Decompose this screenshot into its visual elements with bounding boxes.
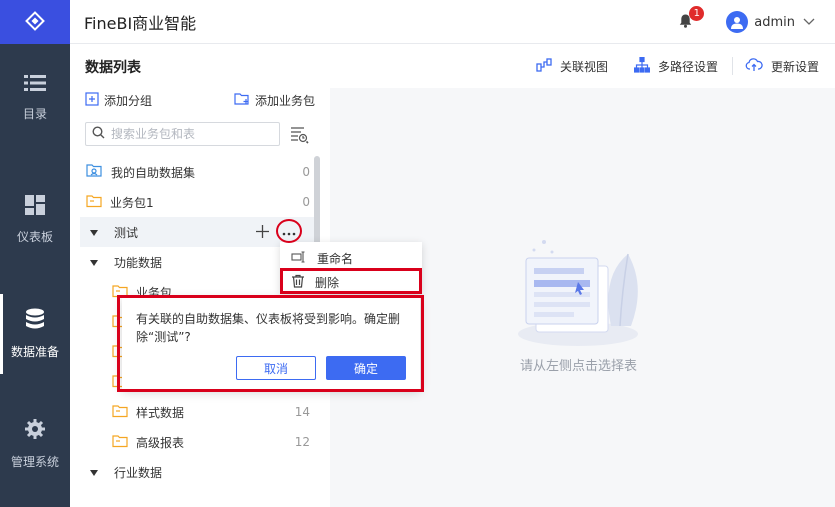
left-nav: 目录 仪表板 数据准备 管理系统: [0, 0, 70, 507]
add-icon[interactable]: [256, 225, 269, 241]
tree-item-count: 12: [294, 435, 310, 449]
nav-item-data-prep[interactable]: 数据准备: [0, 294, 70, 374]
rename-icon: [291, 250, 307, 266]
tree-item-advanced-report[interactable]: 高级报表 12: [80, 427, 320, 457]
username[interactable]: admin: [754, 15, 795, 30]
nav-label-data-prep: 数据准备: [10, 345, 59, 359]
search-icon: [92, 126, 105, 142]
app-title: FineBI商业智能: [84, 13, 197, 33]
relation-view-button[interactable]: 关联视图: [536, 57, 608, 75]
add-package-button[interactable]: 添加业务包: [234, 92, 315, 109]
update-settings-label: 更新设置: [770, 59, 819, 74]
caret-down-icon[interactable]: [90, 465, 98, 479]
add-group-button[interactable]: 添加分组: [85, 92, 152, 109]
nav-item-dashboard[interactable]: 仪表板: [0, 180, 70, 260]
dashboard-icon: [25, 195, 45, 218]
nav-label-admin: 管理系统: [10, 455, 59, 469]
tree-item-count: 0: [302, 195, 310, 209]
notifications-button[interactable]: 1: [679, 5, 705, 31]
multipath-button[interactable]: 多路径设置: [633, 56, 718, 76]
toolbar-divider: [731, 57, 733, 75]
page-title: 数据列表: [85, 60, 141, 76]
sub-header: 数据列表 关联视图 多路径设置 更新设置: [70, 44, 835, 88]
hierarchy-icon: [633, 56, 658, 76]
nav-item-admin[interactable]: 管理系统: [0, 404, 70, 484]
tree-item-label: 业务包1: [110, 195, 154, 210]
tree-item-self-dataset[interactable]: 我的自助数据集 0: [80, 157, 320, 187]
list-icon: [24, 74, 46, 95]
menu-item-label: 重命名: [317, 251, 354, 266]
tree-item-label: 样式数据: [136, 405, 185, 420]
tree-item-style-data[interactable]: 样式数据 14: [80, 397, 320, 427]
cloud-refresh-icon: [745, 57, 771, 75]
tree-item-label: 测试: [114, 225, 139, 240]
multipath-label: 多路径设置: [657, 59, 718, 74]
nav-item-catalog[interactable]: 目录: [0, 58, 70, 138]
add-group-label: 添加分组: [104, 94, 153, 108]
folder-icon: [112, 434, 128, 451]
notification-badge: 1: [689, 5, 705, 21]
scrollbar-thumb[interactable]: [314, 156, 320, 256]
logo-icon: [24, 10, 46, 35]
menu-item-rename[interactable]: 重命名: [280, 246, 422, 270]
folder-icon: [112, 404, 128, 421]
annotation-circle: [276, 219, 302, 243]
annotation-box-confirm: [117, 295, 424, 392]
caret-down-icon[interactable]: [90, 255, 98, 269]
empty-state-illustration: [516, 236, 651, 351]
relation-view-label: 关联视图: [559, 59, 608, 74]
avatar[interactable]: [726, 11, 749, 33]
tree-item-count: 0: [302, 165, 310, 179]
search-input[interactable]: [111, 127, 271, 141]
folder-plus-icon: [234, 92, 255, 109]
annotation-box-delete: [280, 268, 422, 294]
tree-item-count: 14: [294, 405, 310, 419]
logo[interactable]: [0, 0, 70, 44]
tree-item-label: 行业数据: [114, 465, 163, 480]
tree-item-package-1[interactable]: 业务包1 0: [80, 187, 320, 217]
tree-item-label: 功能数据: [114, 255, 163, 270]
empty-state-text: 请从左侧点击选择表: [520, 359, 638, 374]
search-box[interactable]: [85, 122, 280, 146]
filter-sort-icon[interactable]: [290, 126, 310, 147]
tree-item-group-industry-data[interactable]: 行业数据: [80, 457, 320, 487]
self-dataset-icon: [86, 163, 103, 181]
folder-icon: [86, 194, 102, 211]
nav-label-dashboard: 仪表板: [16, 230, 53, 244]
update-settings-button[interactable]: 更新设置: [745, 57, 819, 75]
add-group-icon: [85, 92, 104, 109]
top-bar: FineBI商业智能 1 admin: [70, 0, 835, 44]
add-package-label: 添加业务包: [255, 94, 316, 108]
database-icon: [25, 308, 45, 333]
tree-item-label: 高级报表: [136, 435, 185, 450]
nav-label-catalog: 目录: [22, 107, 47, 121]
tree-item-label: 我的自助数据集: [111, 165, 196, 180]
relation-icon: [536, 57, 560, 75]
caret-down-icon[interactable]: [90, 225, 98, 239]
gear-icon: [24, 418, 46, 443]
chevron-down-icon[interactable]: [803, 15, 815, 29]
